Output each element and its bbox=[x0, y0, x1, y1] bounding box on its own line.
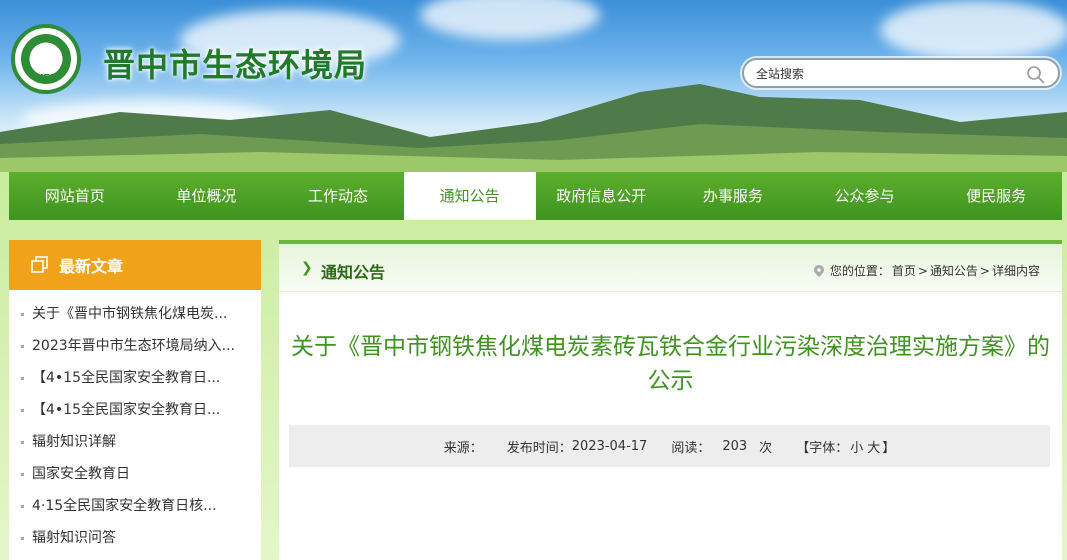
list-item-label: 4·15全民国家安全教育日核... bbox=[32, 498, 217, 514]
location-pin-icon bbox=[813, 264, 824, 277]
nav-item-participation[interactable]: 公众参与 bbox=[799, 172, 931, 220]
bullet-icon bbox=[21, 312, 24, 316]
list-item[interactable]: 4·15全民国家安全教育日核... bbox=[9, 490, 261, 522]
nav-item-services[interactable]: 办事服务 bbox=[667, 172, 799, 220]
bullet-icon bbox=[21, 408, 24, 412]
logo-text: MEE bbox=[35, 73, 57, 84]
article-list: 关于《晋中市钢铁焦化煤电炭... 2023年晋中市生态环境局纳入... 【4•1… bbox=[9, 290, 261, 554]
search-input[interactable] bbox=[756, 64, 1016, 84]
nav-item-convenience[interactable]: 便民服务 bbox=[930, 172, 1062, 220]
list-item[interactable]: 辐射知识问答 bbox=[9, 522, 261, 554]
source-label: 来源： bbox=[443, 440, 483, 456]
list-item-label: 【4•15全民国家安全教育日... bbox=[32, 370, 221, 386]
bullet-icon bbox=[21, 504, 24, 508]
list-item-label: 关于《晋中市钢铁焦化煤电炭... bbox=[32, 306, 228, 322]
header-banner: MEE 晋中市生态环境局 bbox=[0, 0, 1067, 172]
breadcrumb-section[interactable]: 通知公告 bbox=[930, 262, 978, 279]
font-size-label: 【字体： bbox=[796, 440, 849, 456]
font-large-button[interactable]: 大 bbox=[867, 437, 880, 456]
list-item-label: 国家安全教育日 bbox=[32, 466, 130, 482]
main-content: ❯ 通知公告 您的位置： 首页 > 通知公告 > 详细内容 关于《晋中市钢铁焦化… bbox=[279, 240, 1062, 560]
article-title: 关于《晋中市钢铁焦化煤电炭素砖瓦铁合金行业污染深度治理实施方案》的公示 bbox=[291, 334, 1050, 394]
search-box bbox=[742, 58, 1060, 88]
list-item-label: 辐射知识详解 bbox=[32, 434, 116, 450]
copy-icon bbox=[31, 256, 48, 273]
list-item-label: 【4•15全民国家安全教育日... bbox=[32, 402, 221, 418]
breadcrumb: 您的位置： 首页 > 通知公告 > 详细内容 bbox=[813, 262, 1042, 279]
sidebar-title: 最新文章 bbox=[59, 257, 124, 276]
list-item-label: 辐射知识问答 bbox=[32, 530, 116, 546]
list-item[interactable]: 国家安全教育日 bbox=[9, 458, 261, 490]
chevron-right-icon: ❯ bbox=[301, 260, 313, 276]
nav-item-gov-info[interactable]: 政府信息公开 bbox=[536, 172, 668, 220]
sidebar-header: 最新文章 bbox=[9, 240, 261, 290]
bullet-icon bbox=[21, 344, 24, 348]
nav-item-notices[interactable]: 通知公告 bbox=[403, 172, 536, 220]
list-item[interactable]: 【4•15全民国家安全教育日... bbox=[9, 394, 261, 426]
main-nav: 网站首页 单位概况 工作动态 通知公告 政府信息公开 办事服务 公众参与 便民服… bbox=[9, 172, 1062, 220]
site-title: 晋中市生态环境局 bbox=[103, 46, 368, 84]
views-unit: 次 bbox=[759, 440, 773, 456]
bullet-icon bbox=[21, 376, 24, 380]
site-logo[interactable]: MEE bbox=[11, 24, 81, 94]
breadcrumb-separator: > bbox=[979, 263, 990, 278]
bullet-icon bbox=[21, 440, 24, 444]
article-meta: 来源： 发布时间： 2023-04-17 阅读： 203 次 【字体： 小 大 … bbox=[289, 425, 1050, 467]
font-small-button[interactable]: 小 bbox=[850, 437, 863, 456]
breadcrumb-prefix: 您的位置： bbox=[829, 264, 890, 278]
section-title: 通知公告 bbox=[321, 263, 386, 282]
publish-date: 2023-04-17 bbox=[571, 438, 648, 454]
font-size-close: 】 bbox=[882, 440, 896, 456]
breadcrumb-current: 详细内容 bbox=[991, 264, 1040, 278]
views-count: 203 bbox=[722, 438, 748, 454]
bullet-icon bbox=[21, 536, 24, 540]
views-label: 阅读： bbox=[671, 440, 711, 456]
list-item-label: 2023年晋中市生态环境局纳入... bbox=[32, 338, 235, 354]
nav-item-home[interactable]: 网站首页 bbox=[9, 172, 141, 220]
cloud-decoration bbox=[880, 0, 1067, 60]
date-label: 发布时间： bbox=[506, 440, 572, 456]
list-item[interactable]: 关于《晋中市钢铁焦化煤电炭... bbox=[9, 298, 261, 330]
breadcrumb-home[interactable]: 首页 bbox=[892, 262, 916, 279]
cloud-decoration bbox=[420, 0, 600, 40]
breadcrumb-separator: > bbox=[917, 263, 928, 278]
mountain-scenery bbox=[0, 84, 1067, 172]
nav-item-news[interactable]: 工作动态 bbox=[272, 172, 404, 220]
section-header: ❯ 通知公告 您的位置： 首页 > 通知公告 > 详细内容 bbox=[279, 240, 1062, 292]
search-icon[interactable] bbox=[1026, 65, 1046, 85]
nav-item-about[interactable]: 单位概况 bbox=[141, 172, 273, 220]
bullet-icon bbox=[21, 472, 24, 476]
sidebar-latest-articles: 最新文章 关于《晋中市钢铁焦化煤电炭... 2023年晋中市生态环境局纳入...… bbox=[9, 240, 261, 560]
list-item[interactable]: 辐射知识详解 bbox=[9, 426, 261, 458]
list-item[interactable]: 2023年晋中市生态环境局纳入... bbox=[9, 330, 261, 362]
list-item[interactable]: 【4•15全民国家安全教育日... bbox=[9, 362, 261, 394]
